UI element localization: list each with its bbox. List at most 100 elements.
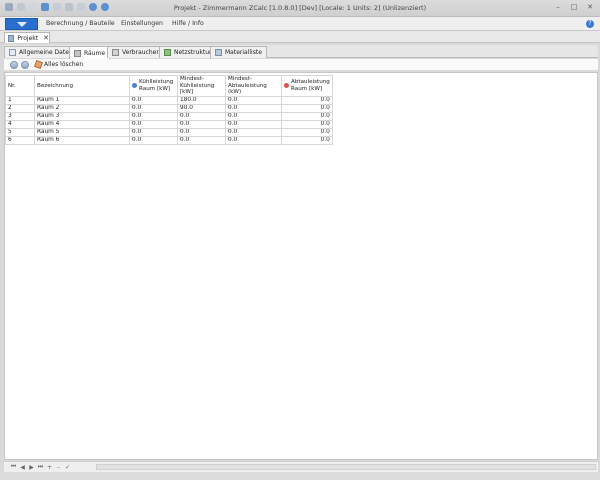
tab-label: Räume (84, 49, 106, 57)
cell-defrost[interactable]: 0.0 (281, 111, 333, 121)
cell-nr[interactable]: 3 (5, 111, 35, 121)
menu-hilfe-info[interactable]: Hilfe / Info (172, 20, 204, 27)
tab-label: Verbraucher (122, 49, 159, 56)
document-tab-bar: Projekt ✕ (0, 31, 600, 43)
cell-cooling[interactable]: 0.0 (129, 95, 178, 105)
cell-defrost[interactable]: 0.0 (281, 119, 333, 129)
cell-defrost[interactable]: 0.0 (281, 103, 333, 113)
col-header-name[interactable]: Bezeichnung (34, 75, 130, 97)
cell-defrost[interactable]: 0.0 (281, 127, 333, 137)
sub-tab-bar: Allgemeine Daten Räume Verbraucher Netzs… (4, 45, 598, 59)
cell-min-defrost[interactable]: 0.0 (225, 127, 282, 137)
title-bar: Projekt - Zimmermann ZCalc [1.0.8.0] [De… (0, 0, 600, 17)
tab-allgemeine-daten[interactable]: Allgemeine Daten (4, 46, 78, 58)
help-icon[interactable]: ? (586, 20, 594, 28)
rooms-grid-panel: Nr. Bezeichnung Kühlleistung Raum [kW] M… (4, 72, 598, 460)
menu-bar: Berechnung / Bauteile Einstellungen Hilf… (0, 17, 600, 31)
cell-cooling[interactable]: 0.0 (129, 103, 178, 113)
cell-nr[interactable]: 6 (5, 135, 35, 145)
cell-min-cooling[interactable]: 0.0 (177, 111, 226, 121)
next-record-icon[interactable]: ▶ (28, 464, 35, 471)
cell-min-cooling[interactable]: 180.0 (177, 95, 226, 105)
cell-name[interactable]: Raum 3 (34, 111, 130, 121)
cell-name[interactable]: Raum 5 (34, 127, 130, 137)
consumer-icon (112, 49, 119, 56)
cooling-dot-icon (132, 83, 137, 89)
delete-record-icon[interactable]: – (55, 464, 62, 471)
confirm-record-icon[interactable]: ✓ (64, 464, 71, 471)
cell-min-cooling[interactable]: 90.0 (177, 103, 226, 113)
app-logo[interactable] (5, 18, 38, 30)
cell-min-cooling[interactable]: 0.0 (177, 119, 226, 129)
remove-row-icon[interactable] (21, 60, 29, 69)
col-header-min-cooling[interactable]: Mindest- Kühlleistung [kW] (177, 75, 226, 97)
network-icon (164, 49, 171, 56)
window-title: Projekt - Zimmermann ZCalc [1.0.8.0] [De… (173, 4, 427, 12)
rooms-icon (74, 49, 81, 57)
project-icon (8, 34, 15, 42)
minimize-icon[interactable]: – (551, 2, 565, 12)
cell-defrost[interactable]: 0.0 (281, 135, 333, 145)
tab-projekt[interactable]: Projekt ✕ (4, 32, 50, 43)
cell-nr[interactable]: 4 (5, 119, 35, 129)
col-header-defrost[interactable]: Abtauleistung Raum [kW] (281, 75, 333, 97)
horizontal-scrollbar[interactable] (96, 464, 596, 470)
cell-nr[interactable]: 1 (5, 95, 35, 105)
tab-projekt-label: Projekt (17, 34, 39, 42)
tab-verbraucher[interactable]: Verbraucher (107, 46, 164, 58)
tab-raeume[interactable]: Räume (69, 46, 111, 59)
delete-all-button[interactable]: Alles löschen (34, 60, 84, 69)
table-header-row: Nr. Bezeichnung Kühlleistung Raum [kW] M… (5, 75, 333, 97)
cell-cooling[interactable]: 0.0 (129, 135, 178, 145)
cell-min-cooling[interactable]: 0.0 (177, 135, 226, 145)
menu-berechnung[interactable]: Berechnung / Bauteile (46, 20, 115, 27)
tab-netzstruktur[interactable]: Netzstruktur (159, 46, 217, 58)
cell-min-defrost[interactable]: 0.0 (225, 119, 282, 129)
cell-nr[interactable]: 2 (5, 103, 35, 113)
close-icon[interactable]: ✕ (583, 2, 597, 12)
document-edit-icon (9, 49, 16, 56)
maximize-icon[interactable]: □ (567, 2, 581, 12)
col-header-min-defrost[interactable]: Mindest- Abtauleistung (kW) (225, 75, 282, 97)
cell-min-cooling[interactable]: 0.0 (177, 127, 226, 137)
close-tab-icon[interactable]: ✕ (43, 34, 49, 42)
tab-label: Allgemeine Daten (19, 49, 73, 56)
table-row[interactable]: 6 Raum 6 0.0 0.0 0.0 0.0 (5, 135, 333, 145)
cell-name[interactable]: Raum 1 (34, 95, 130, 105)
delete-all-label: Alles löschen (44, 61, 84, 68)
material-list-icon (215, 49, 222, 56)
table-row[interactable]: 5 Raum 5 0.0 0.0 0.0 0.0 (5, 127, 333, 137)
cell-name[interactable]: Raum 2 (34, 103, 130, 113)
table-row[interactable]: 3 Raum 3 0.0 0.0 0.0 0.0 (5, 111, 333, 121)
cell-nr[interactable]: 5 (5, 127, 35, 137)
status-bar (0, 472, 600, 480)
cell-name[interactable]: Raum 4 (34, 119, 130, 129)
col-header-nr[interactable]: Nr. (5, 75, 35, 97)
cell-cooling[interactable]: 0.0 (129, 127, 178, 137)
menu-einstellungen[interactable]: Einstellungen (121, 20, 163, 27)
logo-icon (17, 22, 27, 27)
eraser-icon (34, 60, 43, 69)
rooms-table: Nr. Bezeichnung Kühlleistung Raum [kW] M… (5, 75, 333, 145)
cell-min-defrost[interactable]: 0.0 (225, 111, 282, 121)
table-row[interactable]: 2 Raum 2 0.0 90.0 0.0 0.0 (5, 103, 333, 113)
table-row[interactable]: 1 Raum 1 0.0 180.0 0.0 0.0 (5, 95, 333, 105)
window-controls: – □ ✕ (551, 2, 597, 12)
add-record-icon[interactable]: + (46, 464, 53, 471)
cell-min-defrost[interactable]: 0.0 (225, 103, 282, 113)
cell-cooling[interactable]: 0.0 (129, 111, 178, 121)
cell-name[interactable]: Raum 6 (34, 135, 130, 145)
cell-min-defrost[interactable]: 0.0 (225, 135, 282, 145)
add-row-icon[interactable] (10, 60, 18, 69)
tab-label: Netzstruktur (174, 49, 212, 56)
table-row[interactable]: 4 Raum 4 0.0 0.0 0.0 0.0 (5, 119, 333, 129)
cell-cooling[interactable]: 0.0 (129, 119, 178, 129)
cell-defrost[interactable]: 0.0 (281, 95, 333, 105)
prev-record-icon[interactable]: ◀ (19, 464, 26, 471)
tab-materialliste[interactable]: Materialliste (210, 46, 267, 58)
last-record-icon[interactable]: ⏭ (37, 463, 44, 471)
first-record-icon[interactable]: ⏮ (10, 463, 17, 471)
col-header-cooling[interactable]: Kühlleistung Raum [kW] (129, 75, 178, 97)
cell-min-defrost[interactable]: 0.0 (225, 95, 282, 105)
record-navigator: ⏮ ◀ ▶ ⏭ + – ✓ (4, 461, 598, 472)
